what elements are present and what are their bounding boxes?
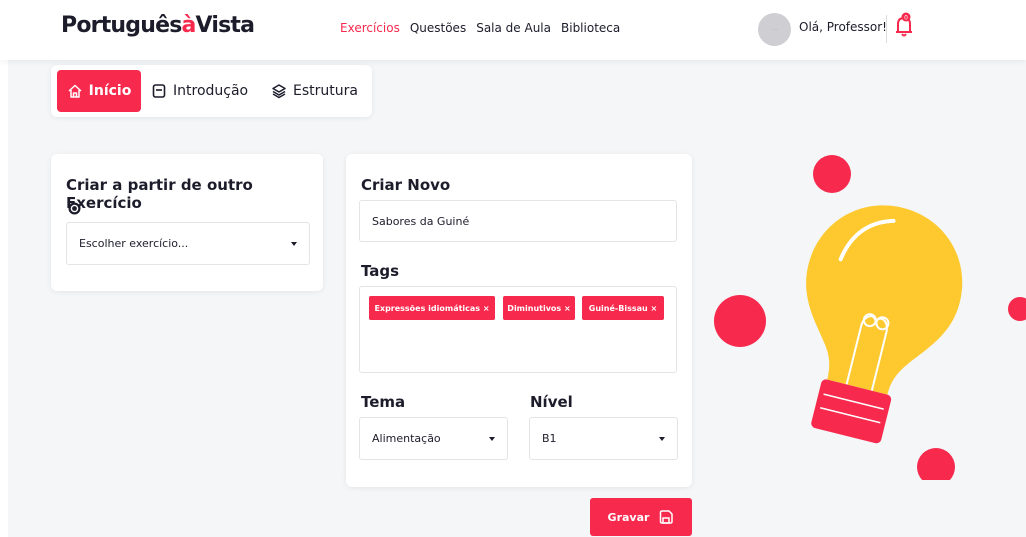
create-new-title: Criar Novo — [361, 176, 451, 194]
avatar[interactable]: · · · — [758, 13, 791, 46]
tab-label: Início — [88, 83, 132, 99]
decor-circle — [1008, 297, 1026, 321]
exercise-select-placeholder: Escolher exercício... — [79, 237, 189, 250]
save-icon — [660, 510, 674, 524]
nav-exercicios[interactable]: Exercícios — [340, 21, 400, 35]
home-icon — [68, 84, 82, 98]
header-divider — [886, 15, 887, 43]
create-new-card: Criar Novo Sabores da Guiné Tags Express… — [346, 154, 692, 487]
top-navigation-bar: PortuguêsàVista Exercícios Questões Sala… — [0, 0, 1026, 60]
tab-label: Estrutura — [293, 83, 358, 99]
lightbulb-icon — [806, 205, 963, 444]
nivel-value: B1 — [542, 432, 557, 445]
tema-label: Tema — [361, 393, 406, 411]
tag-chip[interactable]: Diminutivos × — [503, 296, 575, 320]
tab-introducao[interactable]: Introdução — [151, 70, 248, 112]
chevron-down-icon — [659, 436, 665, 441]
nav-biblioteca[interactable]: Biblioteca — [561, 21, 620, 35]
lightbulb-illustration — [714, 155, 1026, 480]
exercise-name-value: Sabores da Guiné — [372, 215, 470, 228]
document-icon — [152, 84, 166, 98]
nav-sala-de-aula[interactable]: Sala de Aula — [476, 21, 551, 35]
tab-inicio[interactable]: Início — [57, 70, 141, 112]
exercise-select[interactable]: Escolher exercício... — [66, 222, 310, 265]
decor-circle — [917, 448, 955, 480]
target-icon[interactable] — [68, 200, 81, 219]
tags-input[interactable]: Expressões idiomáticas × Diminutivos × G… — [359, 286, 677, 373]
notification-bell-icon[interactable]: 0 — [894, 12, 914, 38]
tags-label: Tags — [361, 262, 400, 280]
chevron-down-icon — [489, 436, 495, 441]
main-nav: Exercícios Questões Sala de Aula Bibliot… — [340, 21, 620, 35]
tema-value: Alimentação — [372, 432, 441, 445]
nivel-select[interactable]: B1 — [529, 417, 678, 460]
tab-estrutura[interactable]: Estrutura — [271, 70, 358, 112]
save-button-label: Gravar — [607, 510, 650, 524]
tag-chip[interactable]: Expressões idiomáticas × — [369, 296, 495, 320]
from-existing-card: Criar a partir de outro Exercício Escolh… — [51, 154, 323, 291]
decor-circle — [813, 155, 851, 193]
tema-select[interactable]: Alimentação — [359, 417, 508, 460]
save-button[interactable]: Gravar — [590, 498, 692, 536]
decor-circle — [714, 295, 766, 347]
from-existing-title: Criar a partir de outro Exercício — [66, 176, 253, 212]
layers-icon — [272, 84, 286, 99]
chevron-down-icon — [291, 241, 297, 246]
tag-chip[interactable]: Guiné-Bissau × — [582, 296, 664, 320]
section-tabs: Início Introdução Estrutura — [51, 65, 372, 117]
tab-label: Introdução — [173, 83, 249, 99]
notification-count: 0 — [904, 15, 908, 22]
user-greeting: Olá, Professor! — [799, 20, 887, 34]
nav-questoes[interactable]: Questões — [410, 21, 466, 35]
exercise-name-input[interactable]: Sabores da Guiné — [359, 200, 677, 242]
nivel-label: Nível — [530, 393, 573, 411]
app-logo[interactable]: PortuguêsàVista — [61, 13, 255, 38]
